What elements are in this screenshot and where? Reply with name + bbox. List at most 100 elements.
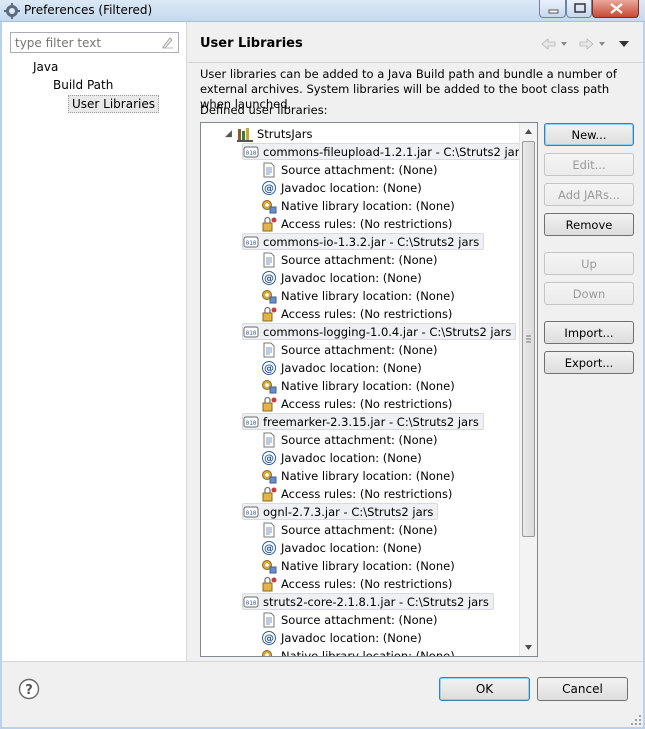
tree-attr-native[interactable]: Native library location: (None) <box>261 197 455 215</box>
up-button[interactable]: Up <box>544 252 634 275</box>
page-navigation <box>541 38 629 50</box>
tree-attr-source[interactable]: Source attachment: (None) <box>261 521 437 539</box>
resize-grip-icon[interactable] <box>630 714 642 726</box>
tree-attr-javadoc[interactable]: @ Javadoc location: (None) <box>261 449 422 467</box>
tree-attr-source[interactable]: Source attachment: (None) <box>261 611 437 629</box>
scroll-down-icon[interactable] <box>520 639 537 656</box>
native-library-icon <box>262 560 277 574</box>
tree-attr-access[interactable]: Access rules: (No restrictions) <box>261 215 452 233</box>
tree-attr-javadoc[interactable]: @ Javadoc location: (None) <box>261 179 422 197</box>
tree-row-label: Access rules: (No restrictions) <box>281 217 453 231</box>
svg-text:010: 010 <box>246 510 257 517</box>
scroll-thumb[interactable] <box>522 141 535 537</box>
tree-attr-native[interactable]: Native library location: (None) <box>261 287 455 305</box>
svg-text:@: @ <box>264 544 274 555</box>
tree-attr-source[interactable]: Source attachment: (None) <box>261 161 437 179</box>
maximize-button[interactable] <box>566 0 592 18</box>
help-icon[interactable]: ? <box>18 678 40 700</box>
back-arrow-icon[interactable] <box>541 38 567 50</box>
tree-attr-javadoc[interactable]: @ Javadoc location: (None) <box>261 629 422 647</box>
tree-row-label: ognl-2.7.3.jar - C:\Struts2 jars <box>263 504 434 519</box>
javadoc-icon: @ <box>262 541 276 555</box>
tree-row-label: Javadoc location: (None) <box>281 451 422 465</box>
tree-jar[interactable]: 010 commons-io-1.3.2.jar - C:\Struts2 jar… <box>242 233 485 250</box>
source-attachment-icon <box>263 342 275 358</box>
dialog-body: Java Build Path User Libraries User Libr… <box>2 22 643 727</box>
tree-row-label: StrutsJars <box>257 127 313 141</box>
tree-row-label: Javadoc location: (None) <box>281 361 422 375</box>
nav-item-java[interactable]: Java <box>30 59 61 75</box>
tree-jar[interactable]: 010 freemarker-2.3.15.jar - C:\Struts2 ja… <box>242 413 484 430</box>
svg-text:@: @ <box>264 274 274 285</box>
footer-separator <box>2 661 643 662</box>
import-button[interactable]: Import... <box>544 321 634 344</box>
tree-row-label: Native library location: (None) <box>281 649 455 656</box>
native-library-icon <box>262 290 277 304</box>
cancel-button[interactable]: Cancel <box>537 677 628 701</box>
vertical-scrollbar[interactable] <box>519 123 537 656</box>
tree-row-label: Access rules: (No restrictions) <box>281 487 453 501</box>
tree-row-label: Access rules: (No restrictions) <box>281 307 453 321</box>
tree-attr-javadoc[interactable]: @ Javadoc location: (None) <box>261 539 422 557</box>
tree-jar[interactable]: 010 ognl-2.7.3.jar - C:\Struts2 jars <box>242 503 439 520</box>
tree-attr-native[interactable]: Native library location: (None) <box>261 467 455 485</box>
tree-row-label: commons-fileupload-1.2.1.jar - C:\Struts… <box>263 144 519 159</box>
page-title: User Libraries <box>200 36 303 51</box>
tree-row-label: Source attachment: (None) <box>281 253 438 267</box>
jar-icon: 010 <box>243 146 259 157</box>
preference-tree-pane: Java Build Path User Libraries <box>2 22 187 661</box>
tree-library-strutsjars[interactable]: ◢ StrutsJars <box>225 125 312 143</box>
export-button[interactable]: Export... <box>544 351 634 374</box>
scroll-up-icon[interactable] <box>520 123 537 140</box>
ok-button[interactable]: OK <box>439 677 530 701</box>
access-rules-icon <box>262 576 277 592</box>
tree-attr-native[interactable]: Native library location: (None) <box>261 377 455 395</box>
tree-row-label: Access rules: (No restrictions) <box>281 577 453 591</box>
minimize-button[interactable] <box>539 0 566 18</box>
tree-attr-native[interactable]: Native library location: (None) <box>261 557 455 575</box>
new-button[interactable]: New... <box>544 123 634 146</box>
library-icon <box>237 128 253 142</box>
title-bar: Preferences (Filtered) <box>0 0 645 22</box>
nav-item-user-libraries[interactable]: User Libraries <box>68 95 159 113</box>
jar-icon: 010 <box>243 236 259 247</box>
down-button[interactable]: Down <box>544 282 634 305</box>
filter-input[interactable] <box>11 33 156 52</box>
tree-attr-access[interactable]: Access rules: (No restrictions) <box>261 575 452 593</box>
tree-attr-source[interactable]: Source attachment: (None) <box>261 251 437 269</box>
edit-button[interactable]: Edit... <box>544 153 634 176</box>
nav-item-build-path[interactable]: Build Path <box>50 77 116 93</box>
tree-jar[interactable]: 010 commons-logging-1.0.4.jar - C:\Struts… <box>242 323 517 340</box>
tree-attr-source[interactable]: Source attachment: (None) <box>261 431 437 449</box>
tree-attr-access[interactable]: Access rules: (No restrictions) <box>261 395 452 413</box>
user-libraries-tree[interactable]: ◢ StrutsJars 010 commons-fileupload-1.2.1.j… <box>200 122 538 657</box>
tree-row-label: Native library location: (None) <box>281 199 455 213</box>
tree-row-label: Javadoc location: (None) <box>281 181 422 195</box>
svg-text:010: 010 <box>246 420 257 427</box>
tree-attr-native[interactable]: Native library location: (None) <box>261 647 455 656</box>
close-button[interactable] <box>592 0 639 18</box>
tree-jar[interactable]: 010 struts2-core-2.1.8.1.jar - C:\Struts2… <box>242 593 494 610</box>
native-library-icon <box>262 650 272 656</box>
clear-filter-icon[interactable] <box>161 36 174 49</box>
tree-attr-source[interactable]: Source attachment: (None) <box>261 341 437 359</box>
grip-icon <box>526 335 531 343</box>
tree-jar[interactable]: 010 commons-fileupload-1.2.1.jar - C:\Str… <box>242 143 519 160</box>
view-menu-icon[interactable] <box>619 41 629 47</box>
tree-attr-access[interactable]: Access rules: (No restrictions) <box>261 485 452 503</box>
add-jars-button[interactable]: Add JARs... <box>544 183 634 206</box>
tree-attr-javadoc[interactable]: @ Javadoc location: (None) <box>261 359 422 377</box>
remove-button[interactable]: Remove <box>544 213 634 236</box>
tree-row-label: Native library location: (None) <box>281 379 455 393</box>
tree-attr-javadoc[interactable]: @ Javadoc location: (None) <box>261 269 422 287</box>
source-attachment-icon <box>263 162 275 178</box>
tree-row-label: freemarker-2.3.15.jar - C:\Struts2 jars <box>263 414 479 429</box>
tree-attr-access[interactable]: Access rules: (No restrictions) <box>261 305 452 323</box>
jar-icon: 010 <box>243 596 259 607</box>
expand-toggle-icon[interactable]: ◢ <box>225 129 235 139</box>
svg-text:@: @ <box>264 184 274 195</box>
source-attachment-icon <box>263 522 275 538</box>
forward-arrow-icon[interactable] <box>579 38 605 50</box>
tree-row-label: Javadoc location: (None) <box>281 541 422 555</box>
svg-text:010: 010 <box>246 240 257 247</box>
